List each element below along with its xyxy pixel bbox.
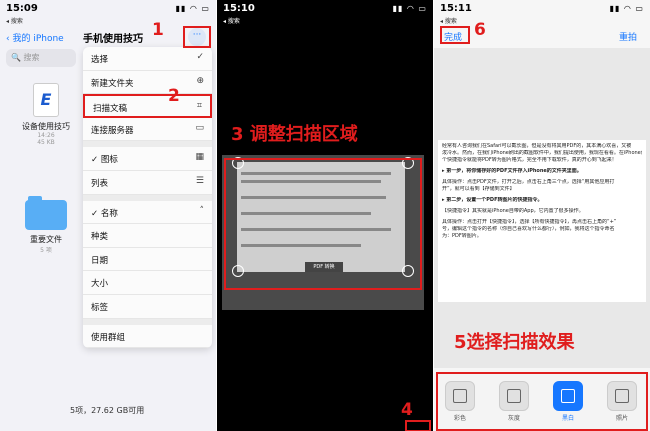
signal-wifi-battery-icon: ▮▮ ◠ ▭ bbox=[392, 4, 427, 13]
file-time: 14:26 bbox=[37, 132, 55, 139]
folder-name: 重要文件 bbox=[30, 235, 62, 244]
file-name: 设备使用技巧 bbox=[22, 122, 70, 131]
back-to-search[interactable]: ◂ 搜索 bbox=[223, 16, 240, 25]
scanned-document: 经常有人咨询我们在Safari可以截长图，但是没有将其用PDF的，其本满心欢喜，… bbox=[438, 140, 646, 302]
folder-icon bbox=[25, 196, 67, 230]
doc-line: 开”，就可以看到【存储到文件】 bbox=[442, 186, 515, 192]
doc-line: ▸ 第二步，设置一个PDF转图片的快捷指令。 bbox=[442, 197, 543, 203]
menu-item-use-groups[interactable]: 使用群组 bbox=[83, 325, 212, 349]
image-icon bbox=[445, 381, 475, 411]
filter-color[interactable]: 彩色 bbox=[444, 381, 476, 422]
keep-scan-highlight bbox=[405, 420, 431, 431]
filter-label: 灰度 bbox=[507, 415, 520, 422]
doc-line: 泼冷水。然而，在我们iPhone刷出的截图软件中，我们提出使用，我现在看看。在i… bbox=[442, 150, 642, 156]
checkmark-circle-icon: ✓ bbox=[196, 52, 204, 62]
status-time: 15:09 bbox=[6, 3, 38, 14]
more-button-highlight bbox=[183, 26, 211, 48]
doc-line: ▸ 第一步，将你储存好的PDF文件存入iPhone的文件夹里面。 bbox=[442, 168, 582, 174]
step-6-callout: 6 bbox=[474, 20, 486, 40]
menu-item-icons-view[interactable]: ✓ 图标 ▦ bbox=[83, 147, 212, 171]
doc-line: 为：PDF转图片。 bbox=[442, 233, 482, 239]
context-menu: 选择 ✓ 新建文件夹 ⊕ 扫描文稿 ⌗ 连接服务器 ▭ ✓ 图标 ▦ 列表 ☰ ✓ 名称 ˄ … bbox=[83, 47, 212, 349]
scan-area-highlight bbox=[224, 158, 422, 290]
image-icon bbox=[499, 381, 529, 411]
filter-photo[interactable]: 照片 bbox=[606, 381, 638, 422]
server-icon: ▭ bbox=[195, 122, 204, 133]
signal-wifi-battery-icon: ▮▮ ◠ ▭ bbox=[609, 4, 644, 13]
doc-line: 号，编辑这个指令的名称（你自己喜欢写什么都行），例如，我将这个指令命名 bbox=[442, 226, 615, 232]
done-highlight bbox=[440, 26, 470, 44]
doc-line: 【快捷指令】其实就是iPhone自带的App，它内置了很多操作。 bbox=[442, 208, 584, 214]
signal-wifi-battery-icon: ▮▮ ◠ ▭ bbox=[175, 4, 210, 13]
menu-item-list-view[interactable]: 列表 ☰ bbox=[83, 171, 212, 195]
search-input[interactable]: 🔍 搜索 bbox=[6, 49, 76, 67]
doc-line: 经常有人咨询我们在Safari可以截长图，但是没有将其用PDF的，其本满心欢喜，… bbox=[442, 143, 632, 149]
doc-line: 具体操作：点击打开【快捷指令】，选择【所有快捷指令】，再点击右上角的“+” bbox=[442, 219, 617, 225]
scan-icon: ⌗ bbox=[196, 101, 202, 112]
status-time: 15:10 bbox=[223, 3, 255, 14]
back-to-search[interactable]: ◂ 搜索 bbox=[440, 16, 457, 25]
filter-label: 照片 bbox=[615, 415, 628, 422]
menu-item-new-folder[interactable]: 新建文件夹 ⊕ bbox=[83, 71, 212, 95]
folder-item[interactable]: 重要文件 5 项 bbox=[16, 196, 76, 254]
menu-item-select[interactable]: 选择 ✓ bbox=[83, 47, 212, 71]
image-icon bbox=[607, 381, 637, 411]
status-time: 15:11 bbox=[440, 3, 472, 14]
menu-item-sort-size[interactable]: 大小 bbox=[83, 271, 212, 295]
doc-line: 个快捷指令就能将PDF转为图片格式，完全不用下载软件，真的开心到飞起来！ bbox=[442, 157, 617, 163]
step-5-caption: 5选择扫描效果 bbox=[454, 332, 575, 353]
filter-grayscale[interactable]: 灰度 bbox=[498, 381, 530, 422]
back-button[interactable]: ‹ 我的 iPhone bbox=[6, 31, 64, 44]
scan-adjust-panel: 15:10 ◂ 搜索 ▮▮ ◠ ▭ 3 调整扫描区域 PDF 转换 4 bbox=[217, 0, 433, 431]
file-size: 45 KB bbox=[37, 139, 55, 146]
new-folder-icon: ⊕ bbox=[196, 75, 204, 86]
grid-icon: ▦ bbox=[195, 152, 204, 163]
folder-count: 5 项 bbox=[40, 247, 52, 254]
filter-label: 黑白 bbox=[561, 415, 574, 422]
storage-info: 5项，27.62 GB可用 bbox=[70, 406, 145, 415]
document-icon bbox=[553, 381, 583, 411]
step-4-callout: 4 bbox=[401, 400, 413, 420]
menu-item-connect-server[interactable]: 连接服务器 ▭ bbox=[83, 118, 212, 142]
filter-black-white[interactable]: 黑白 bbox=[552, 381, 584, 422]
scan-result-panel: 15:11 ◂ 搜索 ▮▮ ◠ ▭ 完成 6 重拍 经常有人咨询我们在Safar… bbox=[434, 0, 650, 431]
menu-item-sort-date[interactable]: 日期 bbox=[83, 248, 212, 272]
step-2-callout: 2 bbox=[168, 86, 180, 106]
menu-item-sort-tags[interactable]: 标签 bbox=[83, 295, 212, 319]
chevron-up-icon: ˄ bbox=[199, 205, 205, 216]
step-1-callout: 1 bbox=[152, 20, 164, 40]
menu-item-scan-documents[interactable]: 扫描文稿 ⌗ bbox=[83, 94, 212, 118]
doc-line: 具体操作：点击PDF文件，打开之后，点击右上角三个点，选择“用其他应用打 bbox=[442, 179, 615, 185]
list-icon: ☰ bbox=[195, 175, 204, 186]
page-title: 手机使用技巧 bbox=[83, 34, 143, 45]
document-icon: E bbox=[33, 83, 59, 117]
retake-button[interactable]: 重拍 bbox=[619, 30, 637, 43]
back-to-search[interactable]: ◂ 搜索 bbox=[6, 16, 23, 25]
step-3-caption: 3 调整扫描区域 bbox=[231, 124, 358, 145]
menu-item-sort-name[interactable]: ✓ 名称 ˄ bbox=[83, 201, 212, 225]
files-panel: 15:09 ◂ 搜索 ▮▮ ◠ ▭ ‹ 我的 iPhone 手机使用技巧 ···… bbox=[0, 0, 216, 431]
file-item[interactable]: E 设备使用技巧 14:26 45 KB bbox=[16, 83, 76, 146]
filter-label: 彩色 bbox=[453, 415, 466, 422]
menu-item-sort-kind[interactable]: 种类 bbox=[83, 224, 212, 248]
